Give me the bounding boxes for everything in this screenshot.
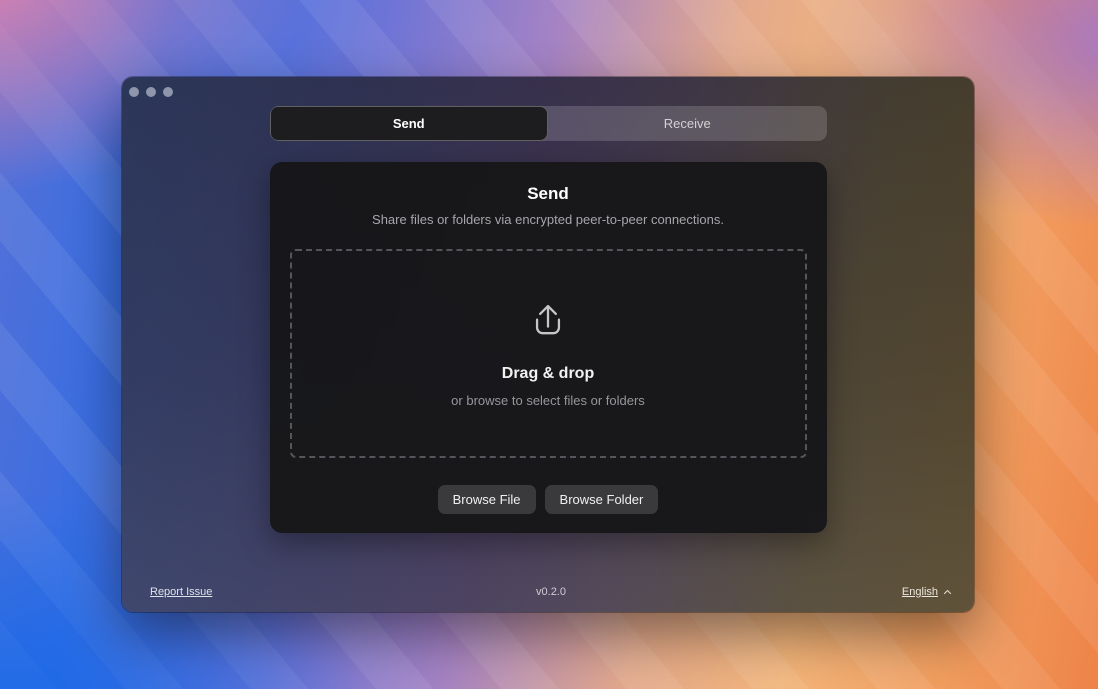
- panel-subtitle: Share files or folders via encrypted pee…: [290, 212, 807, 228]
- chevron-up-icon: [943, 589, 952, 595]
- window-content: Send Receive Send Share files or folders…: [270, 106, 827, 533]
- window-footer: Report Issue v0.2.0 English: [150, 584, 952, 599]
- language-selector[interactable]: English: [902, 586, 952, 598]
- window-minimize-button[interactable]: [146, 87, 156, 97]
- window-close-button[interactable]: [129, 87, 139, 97]
- send-panel: Send Share files or folders via encrypte…: [270, 162, 827, 533]
- browse-folder-button[interactable]: Browse Folder: [545, 485, 659, 514]
- app-window: Send Receive Send Share files or folders…: [122, 77, 974, 612]
- dropzone-heading: Drag & drop: [502, 364, 594, 383]
- upload-tray-arrow-icon: [527, 298, 569, 348]
- browse-buttons-row: Browse File Browse Folder: [290, 485, 807, 514]
- window-zoom-button[interactable]: [163, 87, 173, 97]
- drag-drop-zone[interactable]: Drag & drop or browse to select files or…: [290, 249, 807, 458]
- browse-file-button[interactable]: Browse File: [438, 485, 536, 514]
- app-version: v0.2.0: [536, 586, 566, 598]
- language-label: English: [902, 586, 938, 598]
- tab-send-label: Send: [393, 116, 425, 131]
- report-issue-link[interactable]: Report Issue: [150, 586, 212, 598]
- dropzone-hint: or browse to select files or folders: [451, 393, 645, 409]
- window-controls: [129, 87, 173, 97]
- tab-send[interactable]: Send: [270, 106, 549, 141]
- tab-receive-label: Receive: [664, 116, 711, 131]
- desktop: { "tabs": [ { "label": "Send", "active":…: [0, 0, 1098, 689]
- tab-receive[interactable]: Receive: [548, 106, 827, 141]
- panel-title: Send: [290, 183, 807, 205]
- mode-segmented-control: Send Receive: [270, 106, 827, 141]
